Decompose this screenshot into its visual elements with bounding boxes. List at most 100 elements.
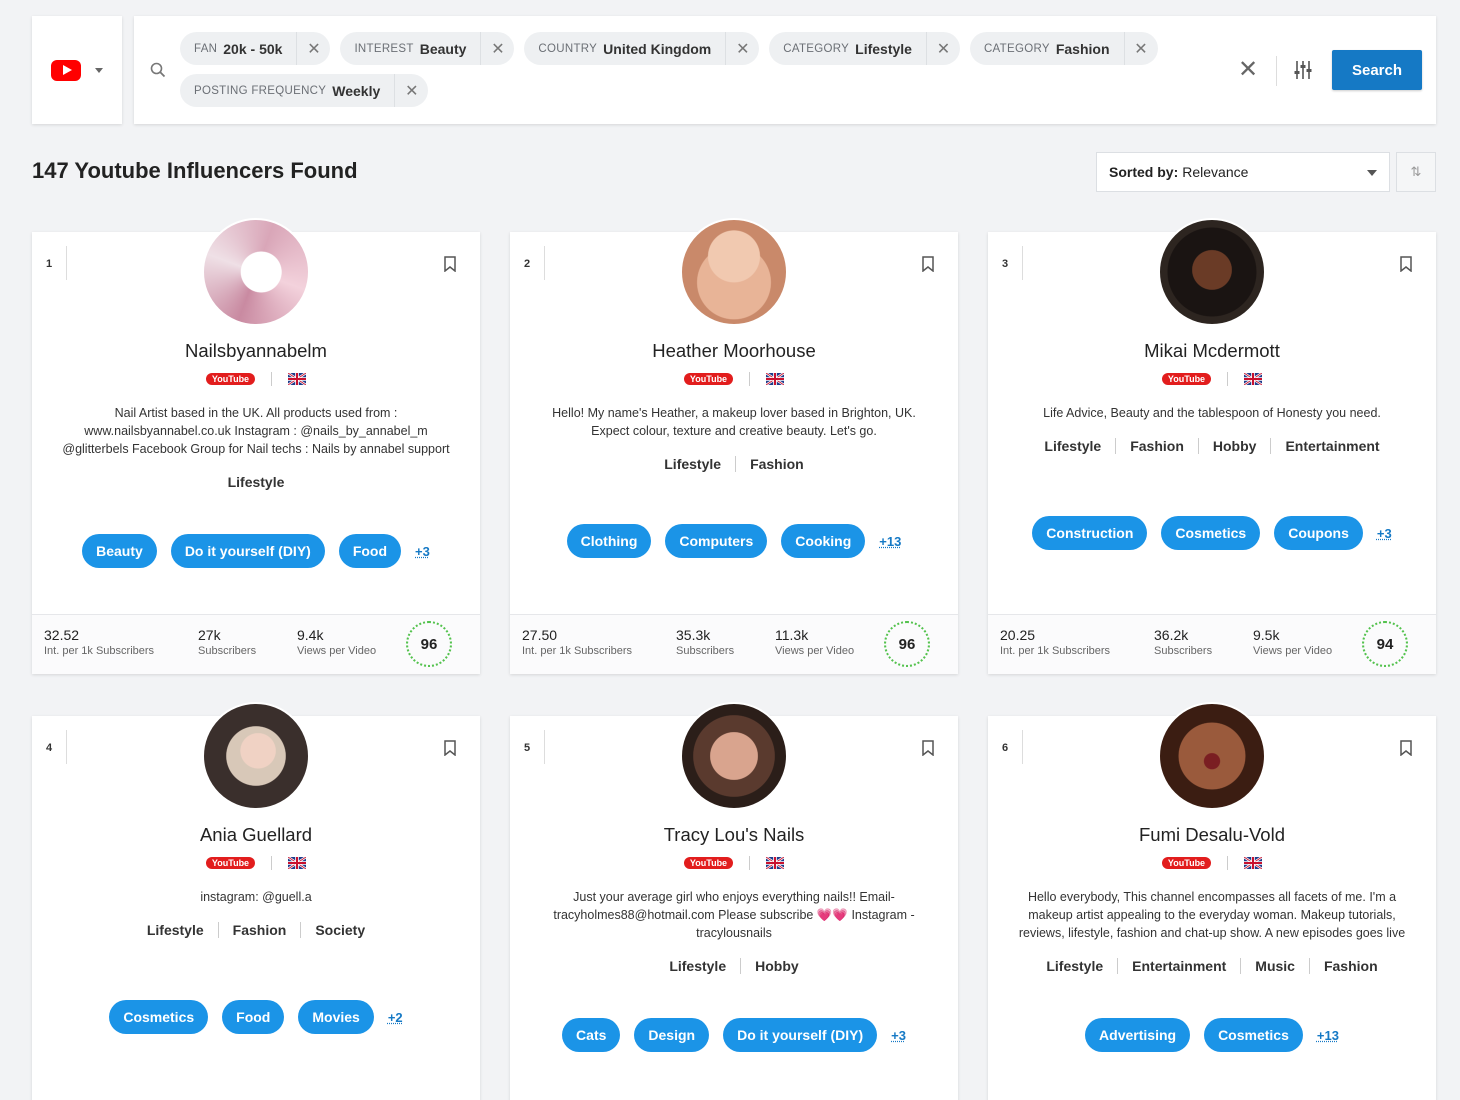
interest-tag[interactable]: Coupons	[1274, 516, 1363, 550]
interest-tags: Cats Design Do it yourself (DIY) +3	[510, 1018, 958, 1052]
more-tags-link[interactable]: +2	[388, 1010, 403, 1025]
divider	[271, 372, 273, 386]
remove-filter-icon[interactable]: ✕	[480, 32, 514, 65]
interest-tag[interactable]: Cosmetics	[109, 1000, 209, 1034]
interest-tag[interactable]: Cats	[562, 1018, 621, 1052]
stat-value: 20.25	[1000, 627, 1036, 643]
influencer-name[interactable]: Mikai Mcdermott	[988, 340, 1436, 362]
interest-tags: Construction Cosmetics Coupons +3	[988, 516, 1436, 550]
divider	[1270, 438, 1272, 454]
divider	[544, 246, 545, 280]
more-tags-link[interactable]: +3	[415, 544, 430, 559]
interest-tag[interactable]: Cooking	[781, 524, 866, 558]
avatar[interactable]	[1158, 702, 1266, 810]
influencer-name[interactable]: Nailsbyannabelm	[32, 340, 480, 362]
divider	[1115, 438, 1117, 454]
category-label: Hobby	[1212, 438, 1257, 454]
bookmark-icon[interactable]	[444, 256, 456, 272]
filter-key: INTEREST	[354, 42, 414, 55]
influencer-name[interactable]: Fumi Desalu-Vold	[988, 824, 1436, 846]
more-tags-link[interactable]: +3	[891, 1028, 906, 1043]
interest-tags: Clothing Computers Cooking +13	[510, 524, 958, 558]
interest-tag[interactable]: Movies	[298, 1000, 374, 1034]
avatar[interactable]	[202, 218, 310, 326]
bookmark-icon[interactable]	[922, 256, 934, 272]
rank-number: 4	[46, 742, 53, 754]
influencer-card[interactable]: 2 Heather Moorhouse YouTube Hello! My name'…	[510, 218, 958, 674]
category-label: Entertainment	[1132, 958, 1227, 974]
more-tags-link[interactable]: +13	[1317, 1028, 1339, 1043]
subscribers-stat: 27k Subscribers	[198, 627, 256, 657]
influencer-card[interactable]: 3 Mikai Mcdermott YouTube Life Advice, Beau…	[988, 218, 1436, 674]
platform-badges: YouTube	[988, 856, 1436, 870]
bookmark-icon[interactable]	[444, 740, 456, 756]
influencer-card[interactable]: 4 Ania Guellard YouTube instagram: @guell.a…	[32, 702, 480, 1100]
interest-tag[interactable]: Design	[634, 1018, 710, 1052]
divider	[1197, 438, 1199, 454]
remove-filter-icon[interactable]: ✕	[925, 32, 960, 65]
uk-flag-icon	[1244, 857, 1263, 869]
remove-filter-icon[interactable]: ✕	[296, 32, 330, 65]
bookmark-icon[interactable]	[922, 740, 934, 756]
filter-settings-icon[interactable]	[1294, 60, 1312, 80]
influencer-name[interactable]: Ania Guellard	[32, 824, 480, 846]
views-stat: 11.3k Views per Video	[775, 627, 854, 657]
divider	[1227, 372, 1229, 386]
influencer-card[interactable]: 1 Nailsbyannabelm YouTube Nail Artist based…	[32, 218, 480, 674]
interest-tag[interactable]: Cosmetics	[1204, 1018, 1303, 1052]
influencer-bio: Life Advice, Beauty and the tablespoon o…	[1043, 406, 1381, 420]
sort-order-button[interactable]: ⇅	[1396, 152, 1436, 192]
youtube-badge: YouTube	[1161, 857, 1212, 869]
stat-label: Views per Video	[297, 645, 377, 657]
category-list: Lifestyle	[32, 474, 480, 490]
filter-value: Lifestyle	[855, 40, 912, 57]
uk-flag-icon	[766, 373, 785, 385]
filter-chip: CATEGORY Lifestyle ✕	[769, 32, 960, 65]
clear-filters-icon[interactable]: ✕	[1238, 58, 1258, 82]
avatar[interactable]	[1158, 218, 1266, 326]
remove-filter-icon[interactable]: ✕	[1123, 32, 1158, 65]
influencer-bio: Just your average girl who enjoys everyt…	[553, 890, 915, 940]
views-stat: 9.5k Views per Video	[1253, 627, 1332, 657]
interest-tag[interactable]: Do it yourself (DIY)	[723, 1018, 878, 1052]
card-stats: 32.52 Int. per 1k Subscribers 27k Subscribe…	[32, 614, 480, 674]
interest-tag[interactable]: Food	[222, 1000, 285, 1034]
remove-filter-icon[interactable]: ✕	[725, 32, 759, 65]
influencer-card[interactable]: 6 Fumi Desalu-Vold YouTube Hello everybody,…	[988, 702, 1436, 1100]
avatar[interactable]	[680, 218, 788, 326]
interest-tag[interactable]: Clothing	[566, 524, 652, 558]
avatar[interactable]	[680, 702, 788, 810]
influencer-name[interactable]: Heather Moorhouse	[510, 340, 958, 362]
category-label: Lifestyle	[1046, 958, 1104, 974]
influencer-card[interactable]: 5 Tracy Lou's Nails YouTube Just your avera…	[510, 702, 958, 1100]
divider	[1022, 730, 1023, 764]
interest-tag[interactable]: Do it yourself (DIY)	[170, 534, 325, 568]
filter-value: Fashion	[1055, 40, 1110, 57]
divider	[217, 922, 219, 938]
interest-tag[interactable]: Food	[338, 534, 402, 568]
category-list: Lifestyle Hobby	[510, 958, 958, 974]
platform-badges: YouTube	[32, 372, 480, 386]
search-button[interactable]: Search	[1332, 50, 1422, 90]
influencer-bio: Nail Artist based in the UK. All product…	[62, 406, 450, 456]
more-tags-link[interactable]: +13	[879, 534, 901, 549]
interest-tag[interactable]: Advertising	[1085, 1018, 1191, 1052]
bookmark-icon[interactable]	[1400, 740, 1412, 756]
interest-tag[interactable]: Beauty	[82, 534, 157, 568]
divider	[1227, 856, 1229, 870]
rank-number: 3	[1002, 258, 1009, 270]
filter-chip: CATEGORY Fashion ✕	[969, 32, 1158, 65]
more-tags-link[interactable]: +3	[1377, 526, 1392, 541]
interest-tag[interactable]: Cosmetics	[1161, 516, 1261, 550]
engagement-stat: 27.50 Int. per 1k Subscribers	[522, 627, 632, 657]
interest-tag[interactable]: Construction	[1032, 516, 1148, 550]
platform-selector[interactable]	[32, 16, 122, 124]
interest-tag[interactable]: Computers	[665, 524, 768, 558]
remove-filter-icon[interactable]: ✕	[394, 74, 428, 107]
bookmark-icon[interactable]	[1400, 256, 1412, 272]
avatar[interactable]	[202, 702, 310, 810]
influencer-bio: Hello everybody, This channel encompasse…	[1018, 890, 1406, 940]
divider	[300, 922, 302, 938]
sort-dropdown[interactable]: Sorted by: Relevance	[1096, 152, 1390, 192]
influencer-name[interactable]: Tracy Lou's Nails	[510, 824, 958, 846]
